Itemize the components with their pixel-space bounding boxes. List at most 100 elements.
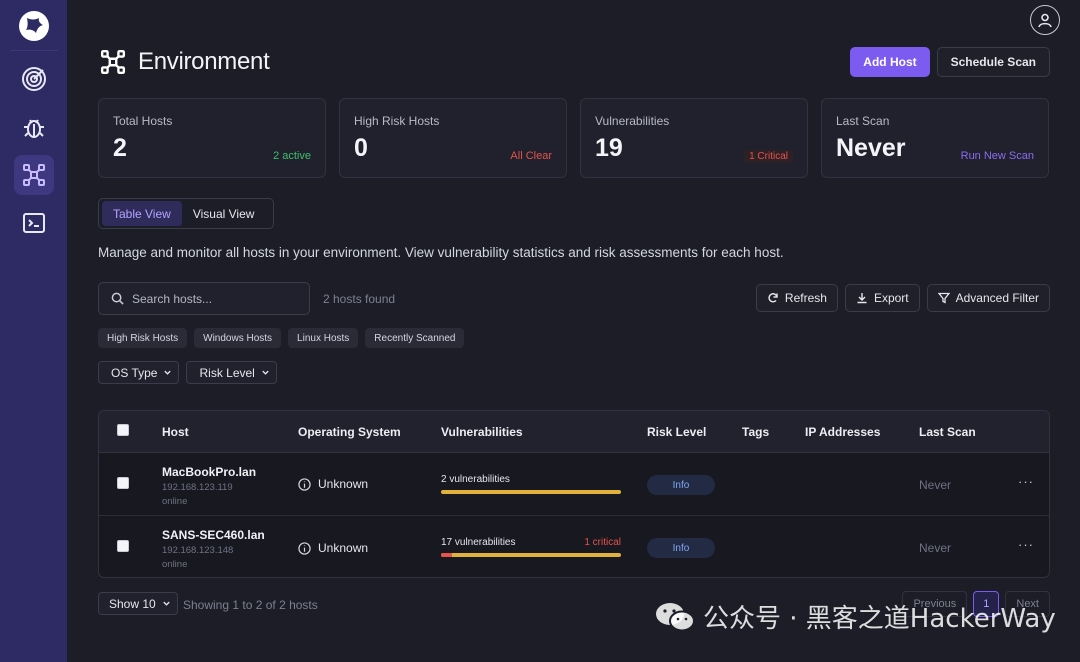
page-header: Environment	[100, 48, 270, 76]
user-icon	[1038, 13, 1052, 28]
target-icon	[21, 67, 46, 91]
header-actions: Add Host Schedule Scan	[850, 47, 1050, 77]
critical-badge: 1 Critical	[744, 150, 793, 163]
bug-icon	[23, 119, 44, 138]
host-cell: SANS-SEC460.lan 192.168.123.148 online	[162, 528, 265, 570]
refresh-button[interactable]: Refresh	[755, 284, 838, 312]
column-header-vulnerabilities[interactable]: Vulnerabilities	[441, 425, 523, 439]
stat-label: Vulnerabilities	[595, 114, 670, 128]
os-value: Unknown	[318, 541, 369, 555]
risk-level-select[interactable]: Risk Level	[186, 361, 277, 384]
vulnerability-cell: 2 vulnerabilities	[441, 474, 621, 494]
filter-selects: OS Type Risk Level	[98, 361, 277, 384]
schedule-scan-button[interactable]: Schedule Scan	[936, 47, 1050, 77]
chip-recently-scanned[interactable]: Recently Scanned	[365, 328, 465, 348]
stat-card-vulnerabilities: Vulnerabilities 19 1 Critical	[580, 98, 808, 178]
host-status: online	[162, 559, 188, 570]
page-size-value: Show 10	[109, 596, 156, 611]
page-title: Environment	[138, 48, 270, 75]
os-cell: Unknown	[298, 541, 368, 555]
sidebar-item-environment[interactable]	[13, 155, 54, 195]
chip-linux-hosts[interactable]: Linux Hosts	[288, 328, 359, 348]
hosts-table: Host Operating System Vulnerabilities Ri…	[98, 410, 1050, 578]
stat-note: 2 active	[273, 150, 311, 162]
user-profile-button[interactable]	[1030, 5, 1060, 35]
os-cell: Unknown	[298, 477, 368, 491]
quick-filter-chips: High Risk Hosts Windows Hosts Linux Host…	[98, 328, 465, 348]
row-actions-menu[interactable]: ···	[1018, 474, 1034, 489]
stat-note: 1 Critical	[744, 150, 793, 163]
terminal-icon	[22, 213, 45, 233]
search-icon	[111, 292, 124, 305]
search-input[interactable]	[132, 291, 292, 306]
os-type-value: OS Type	[111, 365, 158, 380]
page-description: Manage and monitor all hosts in your env…	[98, 245, 784, 260]
vulnerability-count: 17 vulnerabilities	[441, 537, 516, 548]
vulnerability-bar	[441, 553, 621, 557]
watermark: 公众号 · 黑客之道HackerWay	[655, 598, 1056, 635]
chevron-down-icon	[262, 370, 269, 375]
os-value: Unknown	[318, 477, 369, 491]
chevron-down-icon	[164, 370, 172, 375]
vulnerability-cell: 17 vulnerabilities 1 critical	[441, 537, 621, 557]
column-header-risk-level[interactable]: Risk Level	[647, 425, 706, 439]
table-header: Host Operating System Vulnerabilities Ri…	[99, 411, 1049, 453]
export-button[interactable]: Export	[844, 284, 920, 312]
toolbar: Refresh Export Advanced Filter	[755, 284, 1050, 312]
stats-cards: Total Hosts 2 2 active High Risk Hosts 0…	[98, 98, 1049, 178]
row-checkbox[interactable]	[117, 540, 129, 552]
hosts-found-count: 2 hosts found	[323, 292, 396, 306]
risk-level-badge: Info	[647, 538, 715, 558]
refresh-label: Refresh	[784, 291, 827, 305]
vulnerability-bar	[441, 490, 621, 494]
column-header-last-scan[interactable]: Last Scan	[919, 425, 976, 439]
stat-card-last-scan: Last Scan Never Run New Scan	[821, 98, 1049, 178]
critical-count: 1 critical	[584, 537, 621, 548]
sidebar-item-terminal[interactable]	[14, 203, 54, 243]
download-icon	[857, 293, 867, 304]
table-row[interactable]: SANS-SEC460.lan 192.168.123.148 online U…	[99, 516, 1049, 577]
filter-icon	[937, 292, 950, 304]
export-label: Export	[873, 291, 909, 305]
risk-level-value: Risk Level	[199, 365, 255, 380]
main-content: Environment Add Host Schedule Scan Total…	[67, 0, 1080, 662]
sidebar-item-targets[interactable]	[14, 59, 54, 99]
advanced-filter-button[interactable]: Advanced Filter	[926, 284, 1050, 312]
last-scan-value: Never	[919, 541, 952, 555]
table-row[interactable]: MacBookPro.lan 192.168.123.119 online Un…	[99, 453, 1049, 516]
stat-label: Last Scan	[836, 114, 890, 128]
tab-table-view[interactable]: Table View	[102, 201, 182, 226]
column-header-tags[interactable]: Tags	[742, 425, 769, 439]
sidebar-divider	[9, 50, 58, 51]
sidebar-item-vulnerabilities[interactable]	[14, 107, 54, 147]
os-type-select[interactable]: OS Type	[98, 361, 180, 384]
host-ip: 192.168.123.148	[162, 545, 234, 556]
risk-level-badge: Info	[647, 475, 715, 495]
run-new-scan-link[interactable]: Run New Scan	[961, 150, 1034, 162]
search-box	[98, 282, 310, 315]
critical-fill	[441, 553, 452, 557]
network-icon	[22, 164, 45, 186]
column-header-host[interactable]: Host	[162, 425, 189, 439]
host-status: online	[162, 496, 188, 507]
pagination-summary: Showing 1 to 2 of 2 hosts	[183, 598, 318, 612]
row-checkbox[interactable]	[117, 477, 129, 489]
row-actions-menu[interactable]: ···	[1018, 537, 1034, 552]
host-name[interactable]: MacBookPro.lan	[162, 465, 256, 479]
tab-visual-view[interactable]: Visual View	[182, 201, 266, 226]
host-name[interactable]: SANS-SEC460.lan	[162, 528, 265, 542]
add-host-button[interactable]: Add Host	[850, 47, 930, 77]
chip-high-risk-hosts[interactable]: High Risk Hosts	[98, 328, 188, 348]
select-all-checkbox[interactable]	[117, 424, 129, 436]
chip-windows-hosts[interactable]: Windows Hosts	[194, 328, 282, 348]
stat-card-high-risk-hosts: High Risk Hosts 0 All Clear	[339, 98, 567, 178]
page-size-select[interactable]: Show 10	[98, 592, 178, 615]
column-header-os[interactable]: Operating System	[298, 425, 401, 439]
stat-note: All Clear	[510, 150, 552, 162]
refresh-icon	[768, 293, 778, 303]
vulnerability-count: 2 vulnerabilities	[441, 474, 510, 485]
stat-card-total-hosts: Total Hosts 2 2 active	[98, 98, 326, 178]
app-logo-icon[interactable]	[16, 8, 52, 44]
column-header-ip-addresses[interactable]: IP Addresses	[805, 425, 880, 439]
info-circle-icon	[298, 541, 311, 555]
